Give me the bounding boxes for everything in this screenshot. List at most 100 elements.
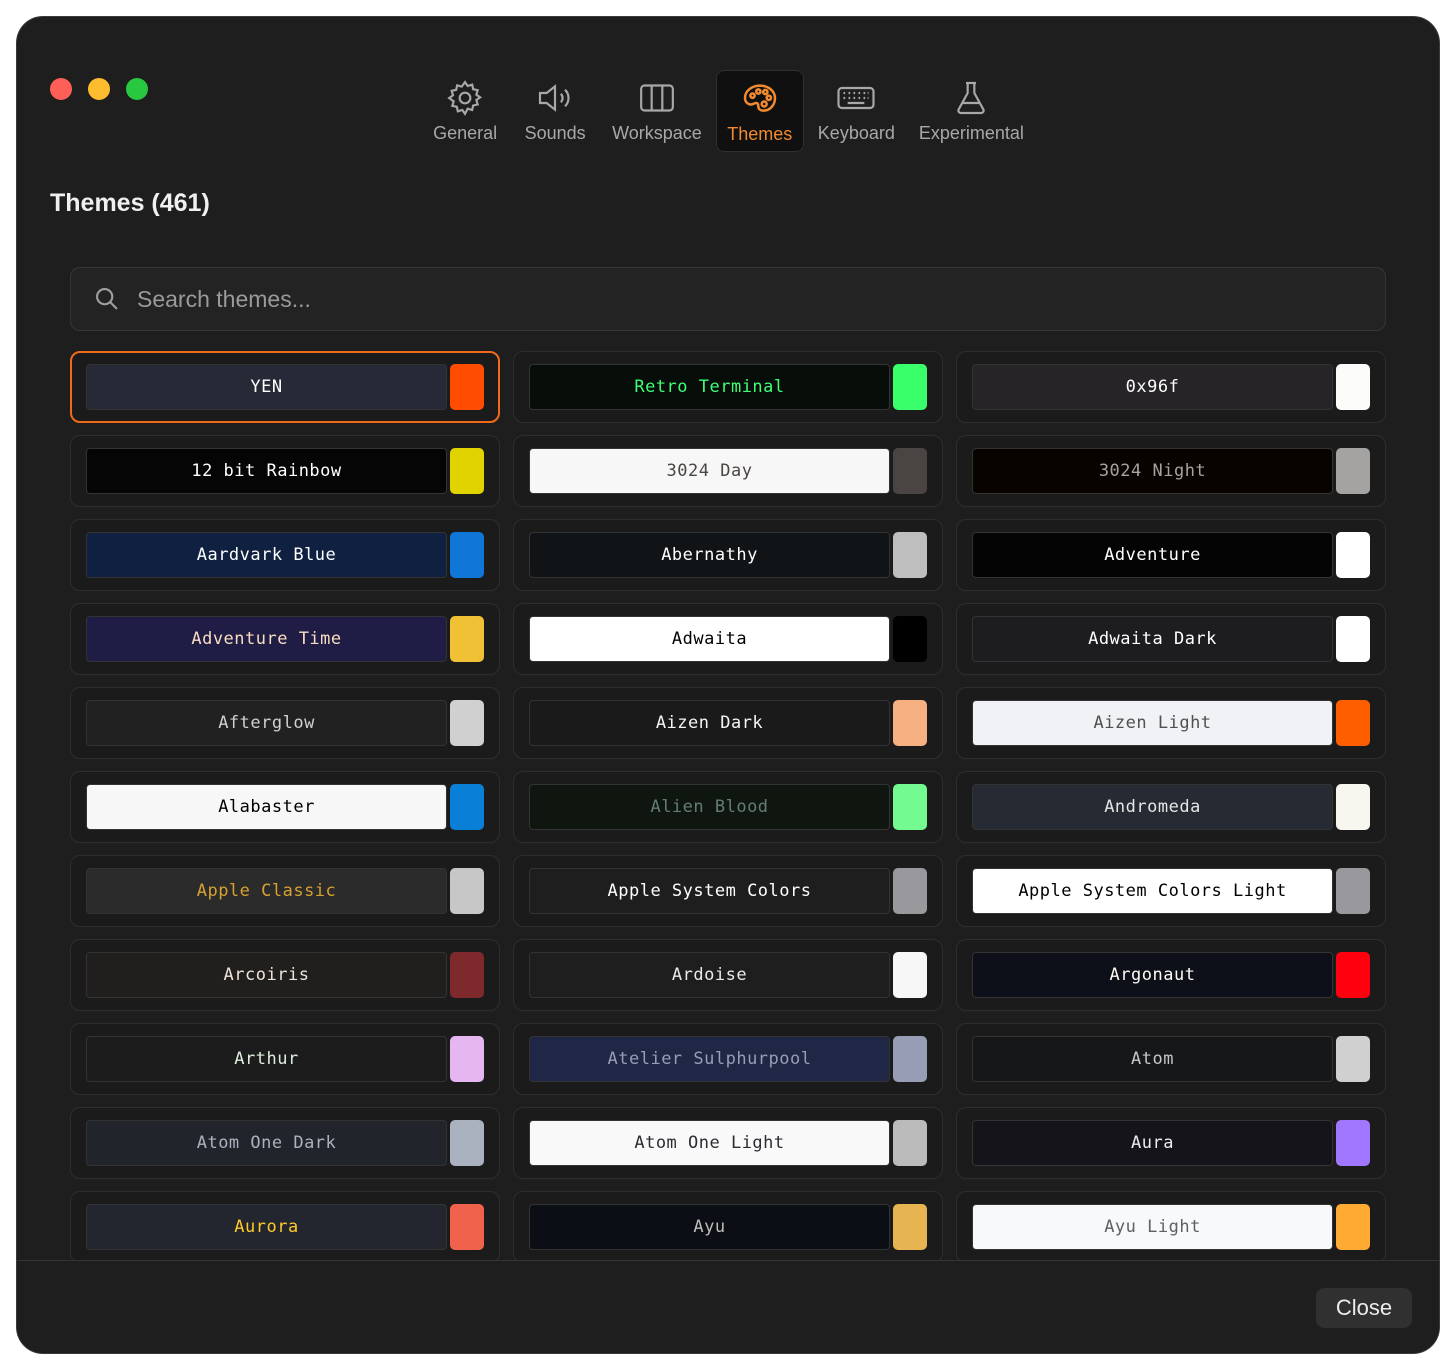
- theme-accent-swatch: [450, 700, 484, 746]
- settings-window: General Sounds Workspace Themes Keyboard…: [17, 17, 1439, 1353]
- speaker-icon: [539, 84, 570, 112]
- theme-card[interactable]: Atelier Sulphurpool: [513, 1023, 943, 1095]
- footer-bar: Close: [17, 1260, 1439, 1353]
- theme-preview: Apple Classic: [86, 868, 447, 914]
- tab-experimental[interactable]: Experimental: [909, 70, 1034, 152]
- theme-card[interactable]: 3024 Night: [956, 435, 1386, 507]
- tab-general[interactable]: General: [422, 70, 508, 152]
- theme-accent-swatch: [1336, 364, 1370, 410]
- theme-preview: Argonaut: [972, 952, 1333, 998]
- theme-card[interactable]: YEN: [70, 351, 500, 423]
- theme-accent-swatch: [450, 616, 484, 662]
- theme-preview: 12 bit Rainbow: [86, 448, 447, 494]
- theme-accent-swatch: [1336, 532, 1370, 578]
- theme-card[interactable]: Adwaita Dark: [956, 603, 1386, 675]
- theme-card[interactable]: Atom One Light: [513, 1107, 943, 1179]
- theme-accent-swatch: [1336, 700, 1370, 746]
- tab-sounds[interactable]: Sounds: [512, 70, 598, 152]
- theme-preview: Adwaita Dark: [972, 616, 1333, 662]
- theme-preview: Ayu: [529, 1204, 890, 1250]
- theme-preview: Apple System Colors: [529, 868, 890, 914]
- theme-preview: Andromeda: [972, 784, 1333, 830]
- keyboard-icon: [837, 86, 875, 110]
- theme-card[interactable]: Aura: [956, 1107, 1386, 1179]
- theme-accent-swatch: [893, 784, 927, 830]
- theme-card[interactable]: Ayu: [513, 1191, 943, 1260]
- theme-accent-swatch: [893, 364, 927, 410]
- theme-preview: 3024 Night: [972, 448, 1333, 494]
- tab-label: Themes: [727, 124, 793, 144]
- theme-preview: Adwaita: [529, 616, 890, 662]
- theme-card[interactable]: Arthur: [70, 1023, 500, 1095]
- theme-card[interactable]: 3024 Day: [513, 435, 943, 507]
- theme-card[interactable]: 12 bit Rainbow: [70, 435, 500, 507]
- theme-card[interactable]: Andromeda: [956, 771, 1386, 843]
- tab-themes[interactable]: Themes: [715, 70, 804, 152]
- theme-accent-swatch: [450, 952, 484, 998]
- theme-preview: YEN: [86, 364, 447, 410]
- theme-accent-swatch: [1336, 784, 1370, 830]
- theme-card[interactable]: Adwaita: [513, 603, 943, 675]
- theme-card[interactable]: Aizen Light: [956, 687, 1386, 759]
- theme-card[interactable]: Atom One Dark: [70, 1107, 500, 1179]
- flask-icon: [957, 81, 986, 115]
- theme-accent-swatch: [893, 952, 927, 998]
- theme-preview: Atelier Sulphurpool: [529, 1036, 890, 1082]
- theme-card[interactable]: Atom: [956, 1023, 1386, 1095]
- theme-card[interactable]: Alien Blood: [513, 771, 943, 843]
- theme-preview: Aizen Dark: [529, 700, 890, 746]
- theme-accent-swatch: [1336, 448, 1370, 494]
- theme-card[interactable]: Argonaut: [956, 939, 1386, 1011]
- theme-grid: YEN Retro Terminal 0x96f 12 bit Rainbow 3024…: [70, 351, 1388, 1260]
- theme-preview: Apple System Colors Light: [972, 868, 1333, 914]
- columns-icon: [640, 84, 674, 112]
- theme-preview: Atom: [972, 1036, 1333, 1082]
- page-title: Themes (461): [50, 189, 210, 217]
- tab-keyboard[interactable]: Keyboard: [808, 70, 905, 152]
- theme-accent-swatch: [1336, 868, 1370, 914]
- close-button[interactable]: Close: [1316, 1288, 1412, 1328]
- theme-accent-swatch: [1336, 616, 1370, 662]
- theme-card[interactable]: Retro Terminal: [513, 351, 943, 423]
- theme-card[interactable]: Apple System Colors Light: [956, 855, 1386, 927]
- theme-card[interactable]: Arcoiris: [70, 939, 500, 1011]
- theme-preview: Alabaster: [86, 784, 447, 830]
- theme-card[interactable]: Apple Classic: [70, 855, 500, 927]
- theme-card[interactable]: Adventure: [956, 519, 1386, 591]
- theme-preview: Abernathy: [529, 532, 890, 578]
- tab-label: Sounds: [524, 123, 586, 143]
- theme-accent-swatch: [450, 784, 484, 830]
- theme-card[interactable]: Apple System Colors: [513, 855, 943, 927]
- theme-preview: Arcoiris: [86, 952, 447, 998]
- theme-accent-swatch: [450, 1036, 484, 1082]
- theme-accent-swatch: [450, 868, 484, 914]
- theme-card[interactable]: Ardoise: [513, 939, 943, 1011]
- theme-accent-swatch: [1336, 952, 1370, 998]
- theme-card[interactable]: Ayu Light: [956, 1191, 1386, 1260]
- theme-list[interactable]: YEN Retro Terminal 0x96f 12 bit Rainbow 3024…: [70, 351, 1388, 1260]
- theme-card[interactable]: Aardvark Blue: [70, 519, 500, 591]
- theme-preview: Atom One Dark: [86, 1120, 447, 1166]
- theme-accent-swatch: [893, 700, 927, 746]
- theme-accent-swatch: [893, 1120, 927, 1166]
- theme-card[interactable]: Aurora: [70, 1191, 500, 1260]
- settings-tab-bar: General Sounds Workspace Themes Keyboard…: [17, 70, 1439, 152]
- theme-card[interactable]: 0x96f: [956, 351, 1386, 423]
- search-input[interactable]: [135, 284, 1339, 314]
- theme-preview: Afterglow: [86, 700, 447, 746]
- theme-card[interactable]: Aizen Dark: [513, 687, 943, 759]
- search-icon: [96, 288, 118, 310]
- theme-accent-swatch: [450, 448, 484, 494]
- theme-preview: Adventure Time: [86, 616, 447, 662]
- theme-card[interactable]: Alabaster: [70, 771, 500, 843]
- theme-card[interactable]: Adventure Time: [70, 603, 500, 675]
- theme-card[interactable]: Afterglow: [70, 687, 500, 759]
- tab-workspace[interactable]: Workspace: [602, 70, 712, 152]
- theme-preview: Atom One Light: [529, 1120, 890, 1166]
- theme-accent-swatch: [893, 1036, 927, 1082]
- palette-icon: [743, 84, 777, 112]
- theme-accent-swatch: [893, 448, 927, 494]
- theme-accent-swatch: [450, 1120, 484, 1166]
- theme-accent-swatch: [893, 1204, 927, 1250]
- theme-card[interactable]: Abernathy: [513, 519, 943, 591]
